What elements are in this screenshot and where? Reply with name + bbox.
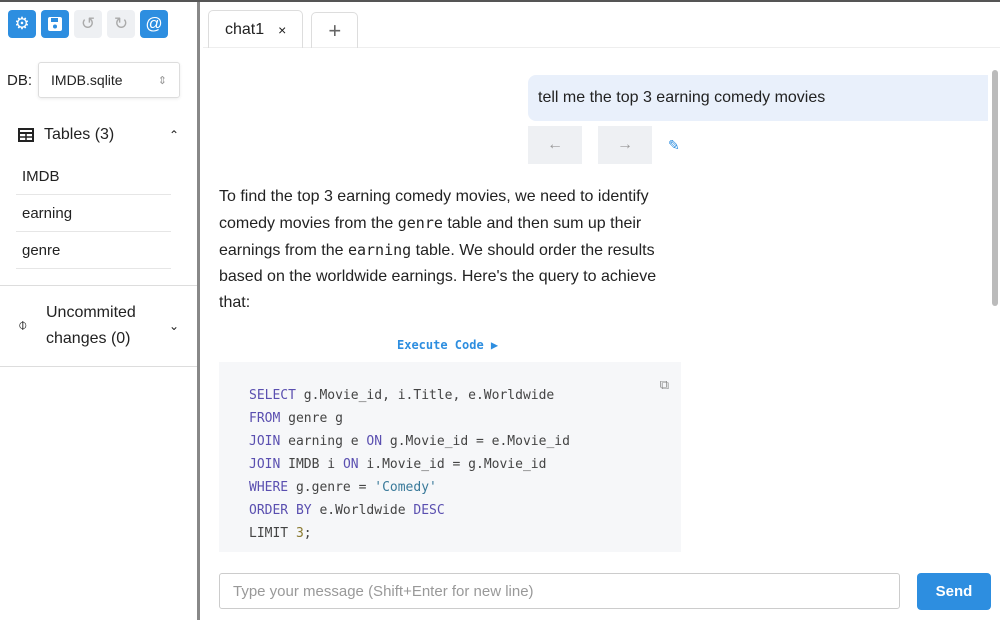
chat-panel: chat1 × + tell me the top 3 earning comed…	[203, 2, 1000, 620]
sidebar: ⚙ ↺ ↻ @ DB: IMDB.sqlite ⇕ Tables (3) ⌃ IM…	[0, 2, 200, 620]
code-line: LIMIT 3;	[249, 526, 312, 541]
redo-button[interactable]: ↻	[107, 10, 135, 38]
commit-icon: ⌽	[18, 317, 28, 334]
tables-label: Tables (3)	[44, 126, 115, 143]
undo-button[interactable]: ↺	[74, 10, 102, 38]
at-icon: @	[145, 14, 163, 33]
uncommitted-count: changes (0)	[46, 330, 131, 347]
code-line: FROM genre g	[249, 411, 343, 426]
edit-icon[interactable]: ✎	[668, 137, 680, 154]
tab-bar: chat1 × +	[203, 2, 1000, 48]
gear-icon: ⚙	[14, 14, 30, 33]
db-select[interactable]: IMDB.sqlite ⇕	[38, 62, 181, 98]
tables-section-header[interactable]: Tables (3) ⌃	[0, 124, 197, 146]
db-label: DB:	[7, 71, 33, 89]
uncommitted-changes-section[interactable]: ⌽ Uncommited changes (0) ⌄	[0, 286, 197, 367]
uncommitted-label: Uncommited	[46, 304, 136, 321]
table-item[interactable]: earning	[16, 195, 171, 232]
code-line: ORDER BY e.Worldwide DESC	[249, 503, 445, 518]
table-item[interactable]: IMDB	[16, 158, 171, 195]
assistant-message: To find the top 3 earning comedy movies,…	[219, 188, 657, 311]
message-nav: ← → ✎	[528, 126, 680, 164]
chevron-up-icon: ⌃	[168, 128, 179, 142]
next-button[interactable]: →	[598, 126, 652, 164]
message-input[interactable]: Type your message (Shift+Enter for new l…	[219, 573, 900, 609]
save-button[interactable]	[41, 10, 69, 38]
user-message: tell me the top 3 earning comedy movies	[528, 75, 988, 121]
add-tab-button[interactable]: +	[311, 12, 359, 48]
toolbar: ⚙ ↺ ↻ @	[0, 2, 197, 38]
chevron-down-icon: ⌄	[168, 319, 179, 333]
db-value: IMDB.sqlite	[51, 72, 123, 88]
execute-code-button[interactable]: Execute Code ▶	[397, 338, 498, 352]
scrollbar[interactable]	[992, 70, 998, 306]
tab-label: chat1	[225, 20, 265, 38]
plus-icon: +	[328, 17, 342, 43]
table-icon	[18, 128, 34, 142]
mention-button[interactable]: @	[140, 10, 168, 38]
settings-button[interactable]: ⚙	[8, 10, 36, 38]
code-line: SELECT g.Movie_id, i.Title, e.Worldwide	[249, 388, 555, 403]
arrow-right-icon: →	[617, 136, 633, 153]
code-line: WHERE g.genre = 'Comedy'	[249, 480, 437, 495]
close-icon[interactable]: ×	[278, 22, 286, 38]
redo-icon: ↻	[113, 14, 129, 33]
save-icon	[48, 17, 62, 31]
code-line: JOIN earning e ON g.Movie_id = e.Movie_i…	[249, 434, 570, 449]
copy-icon[interactable]: ⧉	[660, 374, 669, 397]
code-line: JOIN IMDB i ON i.Movie_id = g.Movie_id	[249, 457, 547, 472]
arrow-left-icon: ←	[547, 136, 563, 153]
table-item[interactable]: genre	[16, 232, 171, 269]
db-selector-row: DB: IMDB.sqlite ⇕	[7, 62, 197, 98]
undo-icon: ↺	[80, 14, 96, 33]
send-button[interactable]: Send	[917, 573, 991, 610]
tab-chat1[interactable]: chat1 ×	[208, 10, 304, 48]
chevron-updown-icon: ⇕	[157, 74, 168, 87]
prev-button[interactable]: ←	[528, 126, 582, 164]
code-block: ⧉ SELECT g.Movie_id, i.Title, e.Worldwid…	[219, 362, 681, 552]
